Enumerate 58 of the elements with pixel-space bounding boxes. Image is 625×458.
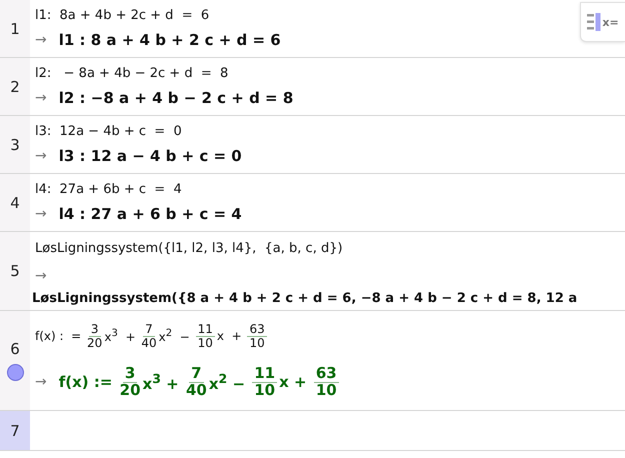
input-expression: LøsLigningssystem({l1, l2, l3, l4}, {a, b, c, d}) (35, 240, 343, 256)
fraction-denominator: 20 (87, 336, 102, 350)
row-header[interactable]: 4 (0, 174, 30, 231)
output-expression: x + (279, 373, 308, 391)
input-expression: l2: − 8a + 4b − 2c + d = 8 (35, 66, 228, 80)
row-number: 4 (10, 194, 20, 212)
row-number: 7 (10, 422, 20, 440)
output-expression: l4 : 27 a + 6 b + c = 4 (58, 205, 242, 223)
output-expression: l2 : −8 a + 4 b − 2 c + d = 8 (58, 89, 294, 107)
row-header[interactable]: 5 (0, 232, 30, 310)
fraction-numerator: 7 (143, 322, 155, 336)
input-expression: l3: 12a − 4b + c = 0 (35, 124, 182, 138)
output-expression: l1 : 8 a + 4 b + 2 c + d = 6 (58, 31, 281, 49)
input-expression: x$^{2}$ − (158, 328, 191, 344)
arrow: → (35, 32, 47, 48)
arrow: → (35, 267, 47, 286)
input-expression: l4: 27a + 6b + c = 4 (35, 182, 182, 196)
fraction-denominator: 10 (254, 382, 276, 398)
output-expression: l3 : 12 a − 4 b + c = 0 (58, 147, 242, 165)
row-number: 5 (10, 262, 20, 280)
fraction-numerator: 11 (252, 366, 278, 382)
fraction-numerator: 7 (189, 366, 204, 382)
row-number: 3 (10, 136, 20, 154)
fraction-numerator: 63 (314, 366, 339, 382)
output-expression: f(x) := (58, 373, 114, 391)
keyboard-label: x= (602, 16, 619, 28)
arrow: → (35, 206, 47, 222)
row-number: 6 (10, 340, 20, 358)
fraction-numerator: 11 (196, 322, 215, 336)
keyboard-icon (587, 13, 602, 31)
visibility-toggle[interactable] (6, 364, 24, 381)
fraction-denominator: 40 (141, 336, 157, 350)
input-expression: f(x) : = (35, 329, 82, 343)
row-header[interactable]: 3 (0, 116, 30, 173)
arrow: → (35, 90, 47, 106)
input-expression: x + (216, 329, 243, 343)
fraction-denominator: 40 (186, 382, 207, 398)
fraction-numerator: 3 (88, 322, 100, 336)
arrow: → (35, 374, 47, 390)
input-expression: l1: 8a + 4b + 2c + d = 6 (35, 8, 210, 22)
fraction-numerator: 3 (122, 366, 138, 382)
fraction-denominator: 10 (249, 336, 265, 350)
fraction-denominator: 20 (120, 382, 141, 398)
input-expression: x$^{3}$ + (104, 328, 136, 344)
row-header[interactable]: 6 (0, 311, 30, 410)
row-number: 1 (10, 20, 20, 38)
output-expression: LøsLigningssystem({8 a + 4 b + 2 c + d = 6, −8 a + 4 b − 2 c + d = 8, 12 a (32, 291, 578, 306)
row-header[interactable]: 1 (0, 0, 30, 57)
fraction-denominator: 10 (316, 382, 337, 398)
keyboard-button[interactable]: x= (580, 2, 625, 42)
row-header[interactable]: 7 (0, 411, 30, 450)
row-header[interactable]: 2 (0, 58, 30, 115)
arrow: → (35, 148, 47, 164)
output-expression: x$^{3}$ + (142, 371, 180, 393)
fraction-denominator: 10 (198, 336, 213, 350)
fraction-numerator: 63 (247, 322, 267, 336)
output-expression: x$^{2}$ − (208, 371, 246, 393)
row-number: 2 (10, 78, 20, 96)
